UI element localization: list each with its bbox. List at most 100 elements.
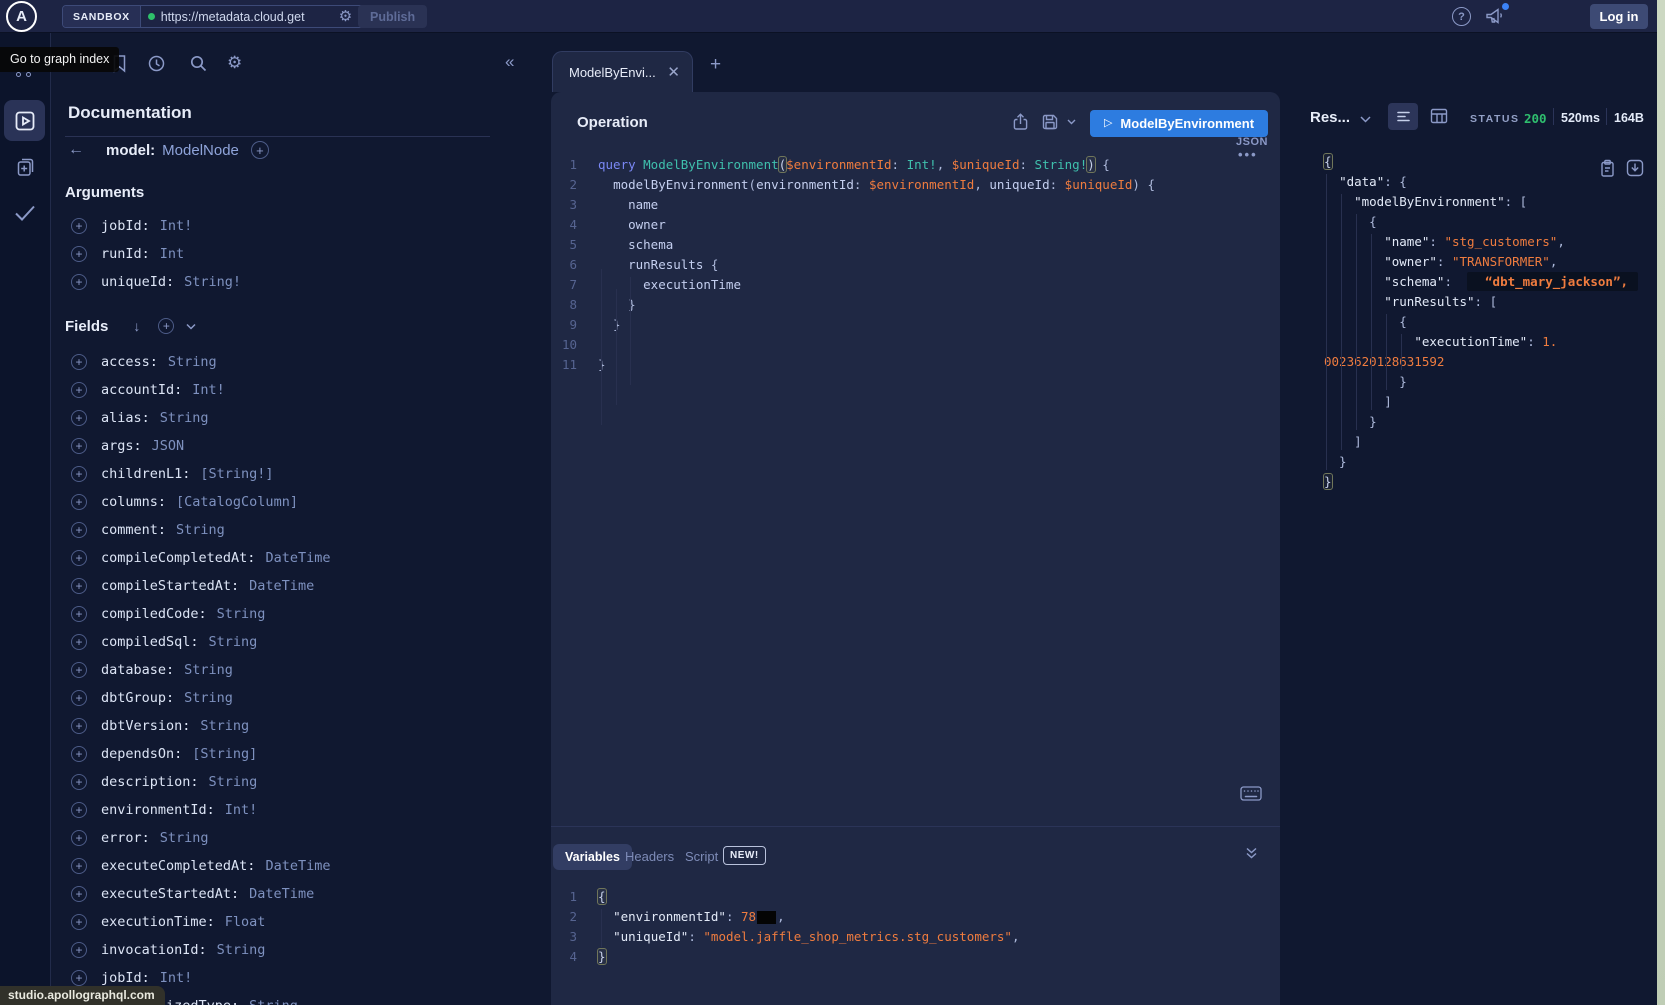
add-field-icon[interactable]: + bbox=[71, 746, 87, 762]
field-name[interactable]: dbtGroup: bbox=[101, 690, 174, 706]
collapse-section-icon[interactable] bbox=[1245, 847, 1258, 859]
tab-headers[interactable]: Headers bbox=[625, 849, 674, 864]
field-name[interactable]: access: bbox=[101, 354, 158, 370]
add-field-icon[interactable]: + bbox=[71, 410, 87, 426]
field-type-link[interactable]: String bbox=[184, 690, 233, 706]
graph-index-icon[interactable] bbox=[16, 72, 21, 77]
sandbox-badge[interactable]: SANDBOX bbox=[63, 6, 141, 27]
add-field-icon[interactable]: + bbox=[71, 802, 87, 818]
add-field-icon[interactable]: + bbox=[71, 662, 87, 678]
field-name[interactable]: executionTime: bbox=[101, 914, 215, 930]
tree-view-toggle[interactable] bbox=[1388, 103, 1418, 130]
add-field-icon[interactable]: + bbox=[71, 578, 87, 594]
endpoint-url-input[interactable]: https://metadata.cloud.get bbox=[161, 10, 333, 24]
tab-script[interactable]: Script bbox=[685, 849, 718, 864]
sort-fields-icon[interactable]: ↓ bbox=[133, 319, 140, 333]
add-field-icon[interactable]: + bbox=[71, 218, 87, 234]
field-name[interactable]: runId: bbox=[101, 246, 150, 262]
tab-variables[interactable]: Variables bbox=[553, 844, 632, 870]
add-field-icon[interactable]: + bbox=[71, 274, 87, 290]
field-name[interactable]: compiledCode: bbox=[101, 606, 207, 622]
field-type-link[interactable]: String bbox=[160, 830, 209, 846]
field-name[interactable]: childrenL1: bbox=[101, 466, 190, 482]
operation-code-editor[interactable]: 1query ModelByEnvironment($environmentId… bbox=[551, 155, 1155, 375]
run-operation-button[interactable]: ▷ ModelByEnvironment bbox=[1090, 110, 1268, 137]
add-field-icon[interactable]: + bbox=[71, 382, 87, 398]
add-field-icon[interactable]: + bbox=[71, 942, 87, 958]
field-name[interactable]: error: bbox=[101, 830, 150, 846]
field-name[interactable]: invocationId: bbox=[101, 942, 207, 958]
field-name[interactable]: dependsOn: bbox=[101, 746, 182, 762]
collapse-panel-icon[interactable]: « bbox=[505, 53, 514, 70]
field-type-link[interactable]: Int! bbox=[192, 382, 225, 398]
field-name[interactable]: compileStartedAt: bbox=[101, 578, 239, 594]
field-type-link[interactable]: String bbox=[249, 998, 298, 1005]
field-type-link[interactable]: [String!] bbox=[200, 466, 273, 482]
field-type-link[interactable]: DateTime bbox=[265, 550, 330, 566]
add-field-icon[interactable]: + bbox=[71, 970, 87, 986]
add-field-icon[interactable]: + bbox=[71, 830, 87, 846]
field-type-link[interactable]: Int! bbox=[225, 802, 258, 818]
field-name[interactable]: args: bbox=[101, 438, 142, 454]
add-field-icon[interactable]: + bbox=[71, 914, 87, 930]
field-type-link[interactable]: Int bbox=[160, 246, 184, 262]
keyboard-shortcuts-icon[interactable] bbox=[1240, 786, 1262, 801]
add-field-icon[interactable]: + bbox=[71, 886, 87, 902]
endpoint-url-box[interactable]: https://metadata.cloud.get ⚙ bbox=[141, 6, 363, 27]
field-name[interactable]: description: bbox=[101, 774, 199, 790]
field-type-link[interactable]: Int! bbox=[160, 218, 193, 234]
field-name[interactable]: columns: bbox=[101, 494, 166, 510]
field-type-link[interactable]: [CatalogColumn] bbox=[176, 494, 298, 510]
field-name[interactable]: accountId: bbox=[101, 382, 182, 398]
add-field-icon[interactable]: + bbox=[71, 634, 87, 650]
chevron-down-icon[interactable] bbox=[186, 323, 196, 330]
field-type-link[interactable]: DateTime bbox=[249, 578, 314, 594]
back-arrow-icon[interactable]: ← bbox=[68, 142, 84, 158]
field-type-link[interactable]: String bbox=[184, 662, 233, 678]
add-field-icon[interactable]: + bbox=[71, 606, 87, 622]
graph-index-icon[interactable] bbox=[26, 72, 31, 77]
field-name[interactable]: comment: bbox=[101, 522, 166, 538]
field-type-link[interactable]: String bbox=[168, 354, 217, 370]
field-type-link[interactable]: Float bbox=[225, 914, 266, 930]
settings-gear-icon[interactable]: ⚙ bbox=[227, 54, 242, 71]
response-chevron-down-icon[interactable] bbox=[1360, 116, 1371, 123]
field-name[interactable]: executeCompletedAt: bbox=[101, 858, 255, 874]
close-tab-icon[interactable]: ✕ bbox=[667, 65, 680, 80]
table-view-toggle[interactable] bbox=[1430, 108, 1448, 124]
field-name[interactable]: jobId: bbox=[101, 970, 150, 986]
field-type-link[interactable]: String! bbox=[184, 274, 241, 290]
apollo-logo-icon[interactable]: A bbox=[6, 1, 37, 32]
search-icon[interactable] bbox=[189, 54, 208, 73]
tab-modelbyenvironment[interactable]: ModelByEnvi... ✕ bbox=[552, 51, 693, 92]
save-operation-icon[interactable] bbox=[1041, 113, 1059, 131]
field-name[interactable]: compileCompletedAt: bbox=[101, 550, 255, 566]
share-operation-icon[interactable] bbox=[1012, 113, 1029, 131]
field-type-link[interactable]: String bbox=[209, 634, 258, 650]
field-name[interactable]: uniqueId: bbox=[101, 274, 174, 290]
field-type-link[interactable]: String bbox=[200, 718, 249, 734]
new-tab-button[interactable]: + bbox=[710, 55, 721, 74]
field-name[interactable]: jobId: bbox=[101, 218, 150, 234]
field-name[interactable]: alias: bbox=[101, 410, 150, 426]
editor-options-icon[interactable]: ••• bbox=[1238, 147, 1258, 162]
add-field-icon[interactable]: + bbox=[71, 354, 87, 370]
add-field-icon[interactable]: + bbox=[71, 438, 87, 454]
add-field-icon[interactable]: + bbox=[71, 550, 87, 566]
field-type-link[interactable]: String bbox=[217, 942, 266, 958]
field-type-link[interactable]: Int! bbox=[160, 970, 193, 986]
help-icon[interactable]: ? bbox=[1452, 7, 1471, 26]
save-options-chevron-icon[interactable] bbox=[1067, 119, 1076, 125]
add-field-icon[interactable]: + bbox=[71, 466, 87, 482]
field-type-link[interactable]: String bbox=[160, 410, 209, 426]
field-type-link[interactable]: JSON bbox=[152, 438, 185, 454]
add-field-icon[interactable]: + bbox=[71, 246, 87, 262]
endpoint-settings-gear-icon[interactable]: ⚙ bbox=[339, 9, 352, 24]
field-name[interactable]: environmentId: bbox=[101, 802, 215, 818]
field-name[interactable]: executeStartedAt: bbox=[101, 886, 239, 902]
add-field-icon[interactable]: + bbox=[71, 494, 87, 510]
login-button[interactable]: Log in bbox=[1590, 4, 1648, 29]
publish-button[interactable]: Publish bbox=[358, 5, 427, 28]
add-fields-icon[interactable]: + bbox=[158, 318, 174, 334]
add-field-icon[interactable]: + bbox=[71, 690, 87, 706]
